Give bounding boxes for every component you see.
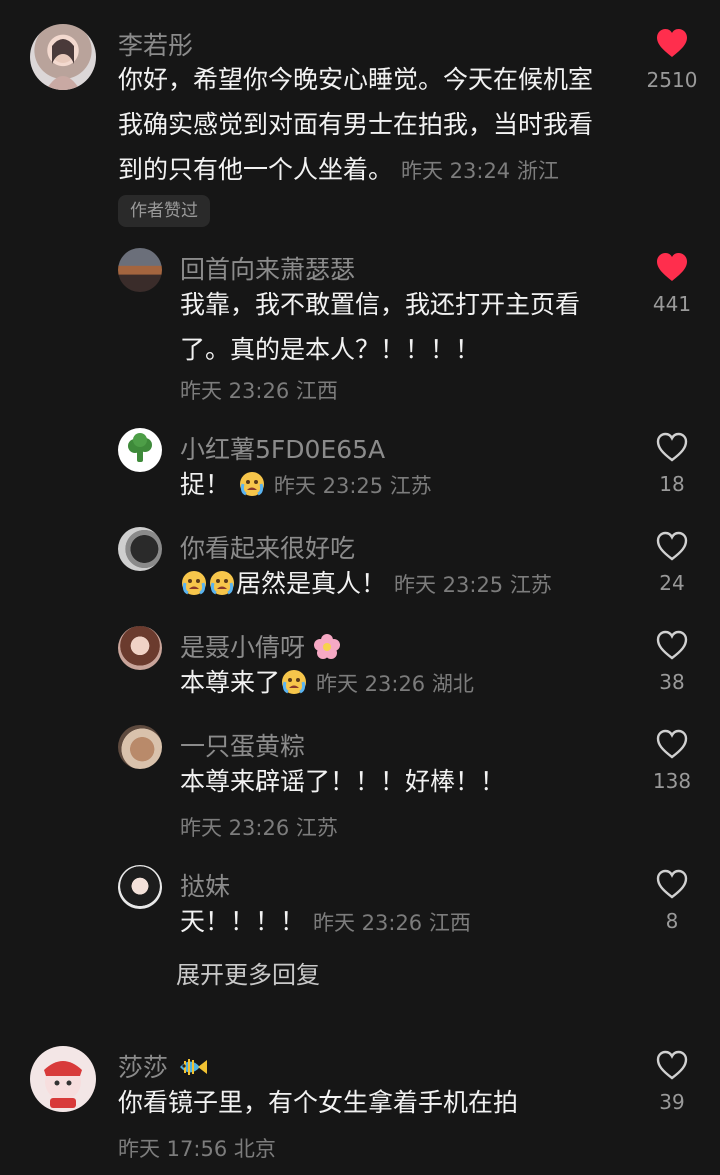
comment-line: 我靠，我不敢置信，我还打开主页看 — [180, 290, 581, 319]
comment-author[interactable]: 莎莎 — [118, 1048, 208, 1084]
cartoon-avatar-icon — [44, 1061, 82, 1108]
comment-author[interactable]: 是聂小倩呀 — [180, 628, 341, 664]
heart-outline-icon — [656, 729, 688, 759]
like-count: 38 — [659, 670, 685, 694]
avatar[interactable] — [30, 24, 96, 90]
comment-text: 天！！！！ 昨天 23:26 江西 — [180, 899, 471, 946]
avatar[interactable] — [118, 248, 162, 292]
like-button[interactable]: 138 — [632, 729, 712, 793]
heart-filled-icon — [657, 29, 687, 57]
comment-text: 你好，希望你今晚安心睡觉。今天在候机室 我确实感觉到对面有男士在拍我，当时我看 … — [118, 57, 638, 194]
comment-line: 你看镜子里，有个女生拿着手机在拍 — [118, 1088, 519, 1117]
comment-author[interactable]: 一只蛋黄粽 — [180, 727, 305, 763]
like-count: 39 — [659, 1090, 685, 1114]
comment-line: 居然是真人！ — [236, 569, 387, 598]
comment-line: 本尊来了 — [180, 668, 281, 697]
fish-emoji-icon — [179, 1059, 207, 1075]
comment-line-with-meta: 到的只有他一个人坐着。 昨天 23:24 浙江 — [118, 147, 638, 194]
comment-line: 你好，希望你今晚安心睡觉。今天在候机室 — [118, 65, 594, 94]
comment-meta: 昨天 23:24 浙江 — [400, 159, 559, 183]
heart-outline-icon — [656, 432, 688, 462]
comment-text: 本尊来辟谣了！！！好棒！！ — [180, 759, 505, 804]
comment-line: 到的只有他一个人坐着。 — [118, 155, 394, 184]
author-name: 莎莎 — [118, 1053, 169, 1082]
avatar-photo — [46, 39, 80, 90]
heart-filled-icon — [657, 253, 687, 281]
comment-line: 本尊来辟谣了！！！好棒！！ — [180, 767, 506, 796]
like-count: 441 — [652, 292, 692, 316]
comment-meta: 昨天 23:25 江苏 — [393, 573, 552, 597]
avatar[interactable] — [118, 626, 162, 670]
comment-line: 天！！！！ — [180, 907, 306, 936]
like-button[interactable]: 38 — [632, 630, 712, 694]
crying-emoji-icon — [182, 571, 206, 595]
like-button[interactable]: 24 — [632, 531, 712, 595]
comment-meta: 昨天 17:56 北京 — [118, 1137, 276, 1161]
heart-outline-icon — [656, 630, 688, 660]
comment-meta: 昨天 23:26 江苏 — [180, 816, 338, 840]
avatar[interactable] — [118, 527, 162, 571]
avatar[interactable] — [118, 428, 162, 472]
comment-author[interactable]: 小红薯5FD0E65A — [180, 430, 385, 466]
avatar[interactable] — [118, 865, 162, 909]
comment-meta: 昨天 23:26 江西 — [180, 379, 338, 403]
like-count: 2510 — [646, 68, 698, 92]
comment-author[interactable]: 回首向来萧瑟瑟 — [180, 250, 355, 286]
comment-meta: 昨天 23:25 江苏 — [273, 474, 432, 498]
crying-emoji-icon — [282, 670, 307, 694]
like-count: 24 — [659, 571, 685, 595]
comment-text: 你看镜子里，有个女生拿着手机在拍 — [118, 1080, 518, 1125]
comment-meta: 昨天 23:26 江西 — [312, 911, 471, 935]
like-button[interactable]: 2510 — [632, 28, 712, 92]
comment-text: 我靠，我不敢置信，我还打开主页看 了。真的是本人？！！！！ — [180, 282, 630, 372]
author-name: 是聂小倩呀 — [180, 633, 306, 662]
comment-line: 捉！ — [180, 470, 231, 499]
crying-emoji-icon — [210, 571, 234, 595]
comment-line: 了。真的是本人？！！！！ — [180, 335, 481, 364]
comment-text: 捉！ 昨天 23:25 江苏 — [180, 462, 432, 509]
heart-outline-icon — [656, 869, 688, 899]
like-button[interactable]: 441 — [632, 252, 712, 316]
like-count: 8 — [665, 909, 679, 933]
broccoli-avatar-icon — [128, 433, 152, 462]
expand-more-replies[interactable]: 展开更多回复 — [176, 955, 320, 990]
avatar[interactable] — [118, 725, 162, 769]
comment-text: 本尊来了 昨天 23:26 湖北 — [180, 660, 474, 707]
comment-line: 我确实感觉到对面有男士在拍我，当时我看 — [118, 110, 594, 139]
heart-outline-icon — [656, 1050, 688, 1080]
comment-text: 居然是真人！ 昨天 23:25 江苏 — [180, 561, 552, 608]
comment-author[interactable]: 挞妹 — [180, 867, 230, 903]
avatar[interactable] — [30, 1046, 96, 1112]
comment-author[interactable]: 你看起来很好吃 — [180, 529, 355, 565]
like-button[interactable]: 8 — [632, 869, 712, 933]
like-button[interactable]: 39 — [632, 1050, 712, 1114]
like-count: 18 — [659, 472, 685, 496]
comment-meta: 昨天 23:26 湖北 — [315, 672, 474, 696]
heart-outline-icon — [656, 531, 688, 561]
crying-emoji-icon — [239, 472, 264, 496]
flower-emoji-icon — [313, 634, 340, 659]
like-count: 138 — [652, 769, 692, 793]
like-button[interactable]: 18 — [632, 432, 712, 496]
author-liked-badge: 作者赞过 — [118, 195, 210, 227]
